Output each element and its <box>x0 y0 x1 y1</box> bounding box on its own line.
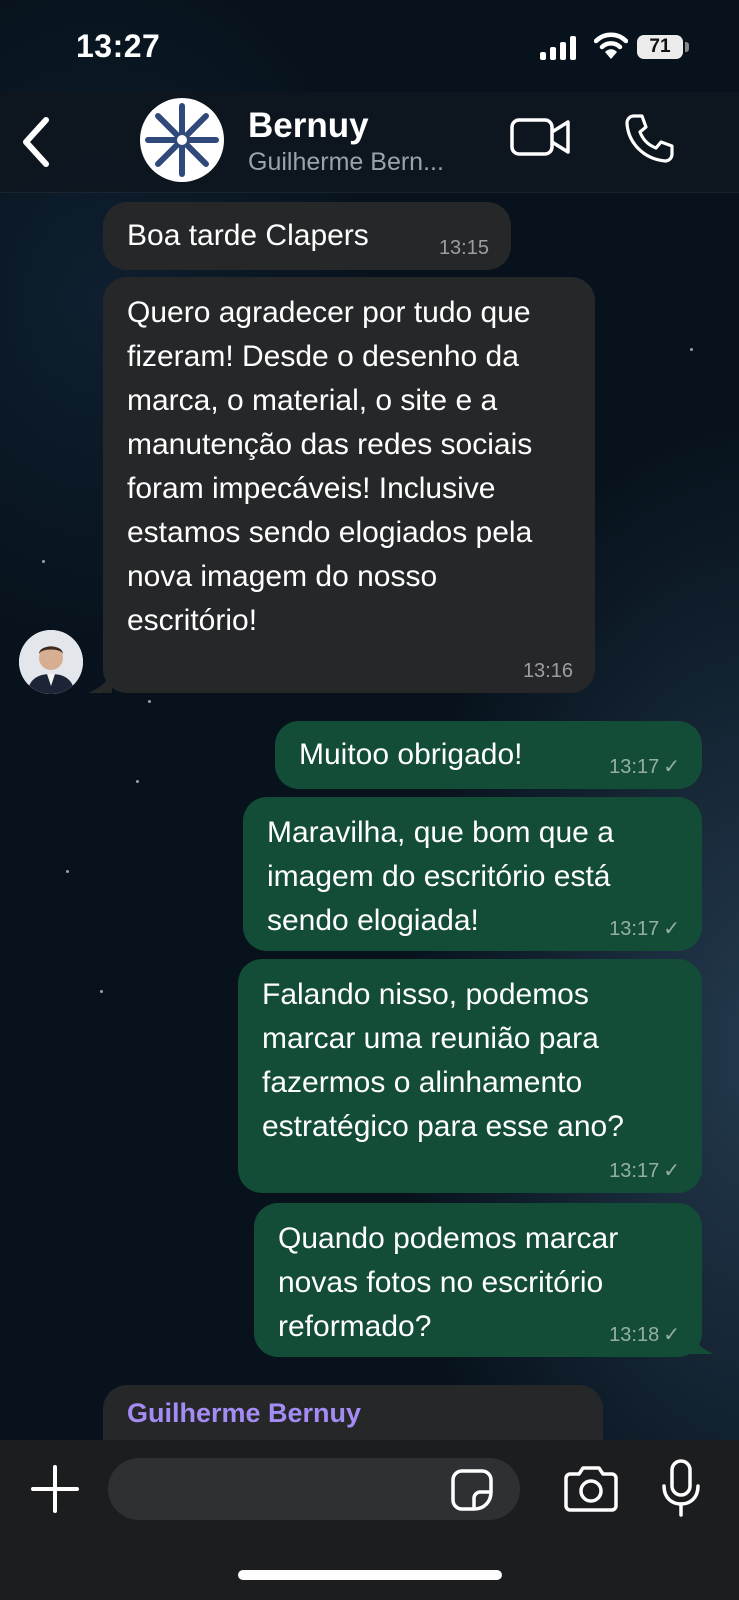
chat-header: Bernuy Guilherme Bern... <box>0 92 739 193</box>
home-indicator[interactable] <box>238 1570 502 1580</box>
microphone-icon[interactable] <box>660 1458 702 1518</box>
message-time: 13:15 <box>438 237 489 259</box>
asterisk-logo-icon <box>145 103 219 177</box>
message-time: 13:17 ✓ <box>609 757 680 777</box>
wifi-icon <box>594 32 628 59</box>
back-arrow-icon[interactable] <box>18 114 54 170</box>
sender-avatar[interactable] <box>19 630 83 694</box>
message-bubble-incoming[interactable]: Quero agradecer por tudo que fizeram! De… <box>103 277 595 693</box>
contact-avatar[interactable] <box>140 98 224 182</box>
composer-bar <box>0 1440 739 1600</box>
contact-name[interactable]: Bernuy <box>248 106 369 146</box>
message-time-label: 13:17 <box>609 918 660 940</box>
video-call-icon[interactable] <box>510 116 572 158</box>
sent-check-icon: ✓ <box>663 756 680 778</box>
message-text: Falando nisso, podemos marcar uma reuniã… <box>262 978 624 1143</box>
message-time: 13:17 ✓ <box>609 1161 680 1181</box>
message-sender-name: Guilherme Bernuy <box>127 1398 362 1428</box>
phone-call-icon[interactable] <box>624 112 674 164</box>
message-bubble-outgoing[interactable]: Falando nisso, podemos marcar uma reuniã… <box>238 959 702 1193</box>
sent-check-icon: ✓ <box>663 1160 680 1182</box>
status-time: 13:27 <box>76 28 161 64</box>
contact-subtitle[interactable]: Guilherme Bern... <box>248 148 488 177</box>
bubble-tail <box>88 673 112 693</box>
signal-icon <box>540 36 576 60</box>
message-bubble-outgoing[interactable]: Quando podemos marcar novas fotos no esc… <box>254 1203 702 1357</box>
plus-icon[interactable] <box>30 1464 80 1514</box>
message-bubble-incoming[interactable]: Boa tarde Clapers 13:15 <box>103 202 511 270</box>
message-time: 13:17 ✓ <box>609 919 680 939</box>
message-bubble-outgoing[interactable]: Maravilha, que bom que a imagem do escri… <box>243 797 702 951</box>
status-bar: 13:27 71 <box>0 0 739 92</box>
sent-check-icon: ✓ <box>663 1324 680 1346</box>
battery-tip <box>685 42 689 52</box>
sent-check-icon: ✓ <box>663 918 680 940</box>
message-time-label: 13:17 <box>609 1160 660 1182</box>
battery-icon: 71 <box>637 35 683 59</box>
message-time: 13:16 <box>522 660 573 682</box>
bubble-tail <box>690 1334 714 1354</box>
message-time-label: 13:18 <box>609 1324 660 1346</box>
message-time-label: 13:17 <box>609 756 660 778</box>
message-bubble-outgoing[interactable]: Muitoo obrigado! 13:17 ✓ <box>275 721 702 789</box>
message-text: Boa tarde Clapers <box>127 219 369 252</box>
camera-icon[interactable] <box>562 1466 620 1512</box>
message-time: 13:18 ✓ <box>609 1325 680 1345</box>
person-photo-icon <box>19 630 83 694</box>
message-text: Quero agradecer por tudo que fizeram! De… <box>127 296 533 637</box>
sticker-icon[interactable] <box>450 1468 494 1512</box>
